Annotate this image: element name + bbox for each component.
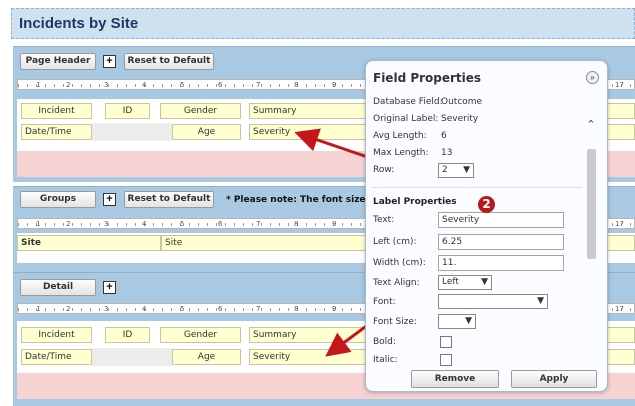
page-header-button[interactable]: Page Header	[20, 53, 96, 70]
ruler-label: 3	[104, 220, 109, 228]
detail-button[interactable]: Detail	[20, 279, 96, 296]
ruler-label: 8	[294, 81, 299, 89]
ruler-label: 2	[66, 220, 71, 228]
width-input[interactable]: 11.	[438, 255, 564, 271]
divider	[372, 187, 582, 188]
detail-field-gender[interactable]: Gender	[160, 327, 241, 343]
italic-label: Italic:	[373, 355, 398, 365]
ruler-label: 8	[294, 220, 299, 228]
ruler-label: 9	[332, 305, 337, 313]
detail-field-incident[interactable]: Incident	[21, 327, 92, 343]
row-select-value: 2	[442, 165, 448, 175]
ruler-label: 9	[332, 220, 337, 228]
page-header-expand-icon[interactable]: +	[103, 55, 116, 68]
ruler-label: 6	[218, 305, 223, 313]
ruler-label: 3	[104, 81, 109, 89]
ruler-label: 5	[180, 81, 185, 89]
scroll-up-icon[interactable]: ⌃	[585, 119, 597, 131]
original-label-value: Severity	[441, 114, 479, 124]
header-field-incident[interactable]: Incident	[21, 103, 92, 119]
remove-button[interactable]: Remove	[411, 370, 499, 388]
ruler-label: 6	[218, 220, 223, 228]
left-input[interactable]: 6.25	[438, 234, 564, 250]
ruler-label: 9	[332, 81, 337, 89]
text-align-label: Text Align:	[373, 278, 420, 288]
ruler-label: 2	[66, 81, 71, 89]
header-gap	[92, 123, 172, 141]
row-label: Row:	[373, 165, 395, 175]
database-field-value: Outcome	[441, 97, 483, 107]
report-title: Incidents by Site	[19, 15, 139, 32]
avg-length-label: Avg Length:	[373, 131, 427, 141]
header-field-id[interactable]: ID	[105, 103, 150, 119]
max-length-label: Max Length:	[373, 148, 429, 158]
detail-field-id[interactable]: ID	[105, 327, 150, 343]
ruler-label: 5	[180, 305, 185, 313]
chevron-down-icon: ▼	[465, 316, 472, 326]
panel-scrollbar[interactable]: ⌃ ⌄	[585, 119, 597, 381]
groups-button[interactable]: Groups	[20, 191, 96, 208]
header-field-age[interactable]: Age	[172, 124, 241, 140]
ruler-label: 7	[256, 305, 261, 313]
report-title-bar: Incidents by Site	[11, 8, 635, 39]
collapse-icon[interactable]: »	[586, 71, 599, 84]
width-label: Width (cm):	[373, 258, 426, 268]
step-badge: 2	[478, 196, 495, 213]
ruler-label: 4	[142, 305, 147, 313]
report-designer: Incidents by Site Page Header + Reset to…	[0, 0, 635, 406]
max-length-value: 13	[441, 148, 453, 158]
ruler-label: 6	[218, 81, 223, 89]
font-label: Font:	[373, 297, 396, 307]
ruler-label: 4	[142, 220, 147, 228]
font-size-select[interactable]: ▼	[438, 314, 476, 329]
ruler-label: 4	[142, 81, 147, 89]
text-align-select[interactable]: Left ▼	[438, 275, 492, 290]
ruler-label: 2	[66, 305, 71, 313]
detail-field-datetime[interactable]: Date/Time	[21, 349, 92, 365]
italic-checkbox[interactable]	[440, 354, 452, 366]
header-field-gender[interactable]: Gender	[160, 103, 241, 119]
chevron-down-icon: ▼	[463, 165, 470, 175]
font-size-note: * Please note: The font sizes fo	[226, 195, 385, 205]
groups-reset-button[interactable]: Reset to Default	[124, 191, 214, 208]
field-properties-panel: Field Properties » Database Field: Outco…	[365, 60, 608, 392]
ruler-label: 17	[615, 305, 624, 313]
bold-checkbox[interactable]	[440, 336, 452, 348]
ruler-label: 17	[615, 81, 624, 89]
text-input[interactable]: Severity	[438, 212, 564, 228]
chevron-down-icon: ▼	[481, 277, 488, 287]
page-header-reset-button[interactable]: Reset to Default	[124, 53, 214, 70]
panel-title: Field Properties	[373, 71, 482, 85]
left-label: Left (cm):	[373, 237, 417, 247]
ruler-label: 3	[104, 305, 109, 313]
original-label-label: Original Label:	[373, 114, 439, 124]
detail-field-age[interactable]: Age	[172, 349, 241, 365]
ruler-label: 1	[36, 220, 41, 228]
bold-label: Bold:	[373, 337, 396, 347]
database-field-label: Database Field:	[373, 97, 443, 107]
ruler-label: 1	[36, 305, 41, 313]
detail-expand-icon[interactable]: +	[103, 281, 116, 294]
ruler-label: 8	[294, 305, 299, 313]
ruler-label: 7	[256, 220, 261, 228]
label-properties-heading: Label Properties	[373, 197, 457, 207]
font-select[interactable]: ▼	[438, 294, 548, 309]
ruler-label: 17	[615, 220, 624, 228]
text-align-value: Left	[442, 277, 459, 287]
header-field-datetime[interactable]: Date/Time	[21, 124, 92, 140]
group-field-site-label[interactable]: Site	[17, 235, 161, 251]
chevron-down-icon: ▼	[537, 296, 544, 306]
ruler-label: 5	[180, 220, 185, 228]
font-size-label: Font Size:	[373, 317, 417, 327]
ruler-label: 1	[36, 81, 41, 89]
groups-expand-icon[interactable]: +	[103, 193, 116, 206]
ruler-label: 7	[256, 81, 261, 89]
detail-gap	[92, 348, 172, 366]
apply-button[interactable]: Apply	[511, 370, 597, 388]
scroll-thumb[interactable]	[587, 149, 596, 259]
avg-length-value: 6	[441, 131, 447, 141]
row-select[interactable]: 2 ▼	[438, 163, 474, 178]
text-label: Text:	[373, 215, 395, 225]
